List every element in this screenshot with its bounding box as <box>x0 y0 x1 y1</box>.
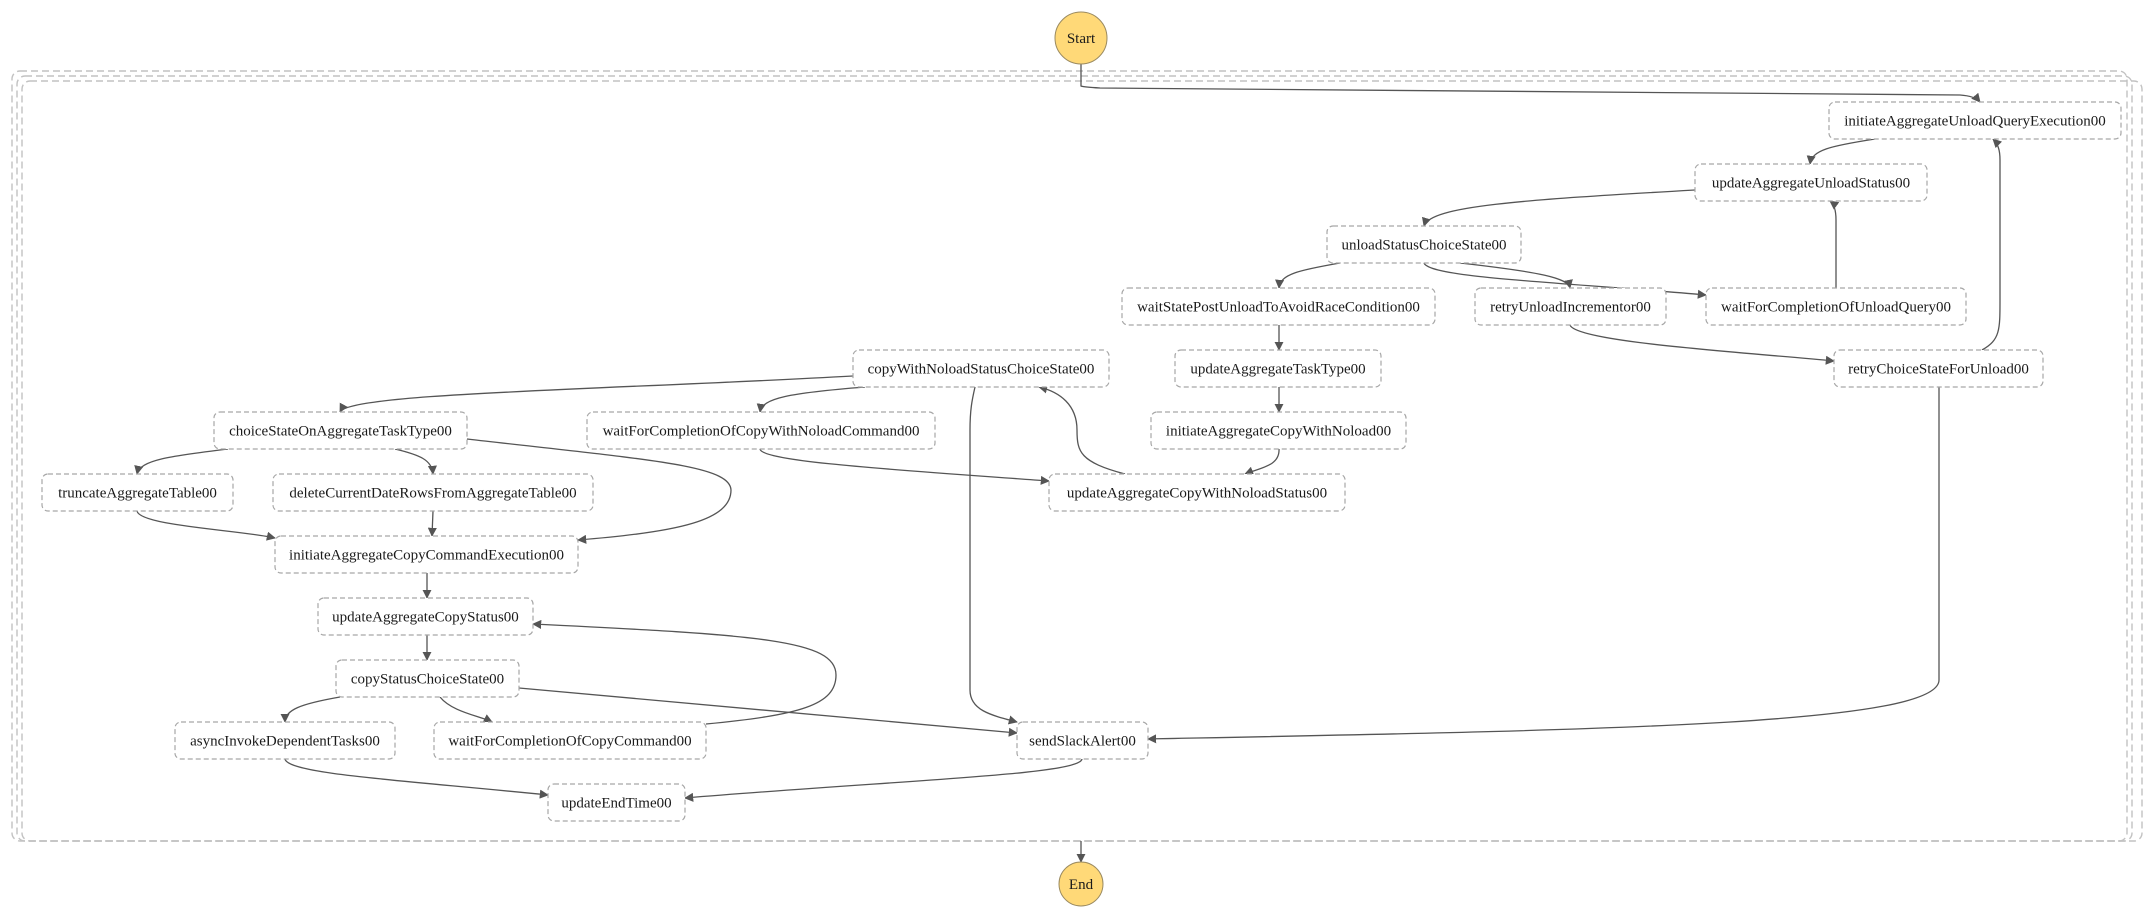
state-label: retryUnloadIncrementor00 <box>1490 300 1651 316</box>
transition-edge <box>439 696 493 723</box>
state-label: retryChoiceStateForUnload00 <box>1848 362 2029 378</box>
state-label: initiateAggregateCopyCommandExecution00 <box>289 548 564 564</box>
state-label: choiceStateOnAggregateTaskType00 <box>229 424 452 440</box>
state-node-wait-for-completion-of-copy-with-noload-command[interactable]: waitForCompletionOfCopyWithNoloadCommand… <box>586 411 936 450</box>
transition-edge <box>684 758 1083 802</box>
state-node-update-aggregate-unload-status[interactable]: updateAggregateUnloadStatus00 <box>1694 163 1928 202</box>
state-label: updateAggregateCopyWithNoloadStatus00 <box>1067 486 1327 502</box>
state-nodes: initiateAggregateUnloadQueryExecution00 u… <box>41 101 2122 822</box>
state-node-wait-state-post-unload-to-avoid-race-condition[interactable]: waitStatePostUnloadToAvoidRaceCondition0… <box>1121 287 1436 326</box>
state-label: updateAggregateUnloadStatus00 <box>1712 176 1910 192</box>
state-label: waitForCompletionOfUnloadQuery00 <box>1721 300 1951 316</box>
state-node-initiate-aggregate-copy-command-execution[interactable]: initiateAggregateCopyCommandExecution00 <box>274 535 579 574</box>
transition-edge <box>1981 138 2003 351</box>
state-node-retry-unload-incrementor[interactable]: retryUnloadIncrementor00 <box>1474 287 1667 326</box>
state-node-choice-state-on-aggregate-task-type[interactable]: choiceStateOnAggregateTaskType00 <box>213 411 468 450</box>
transition-edge <box>532 619 837 725</box>
state-node-copy-status-choice-state[interactable]: copyStatusChoiceState00 <box>335 659 520 698</box>
end-node[interactable]: End <box>1058 861 1104 907</box>
state-node-delete-current-date-rows-from-aggregate-table[interactable]: deleteCurrentDateRowsFromAggregateTable0… <box>272 473 594 512</box>
transition-edge <box>1829 200 1840 288</box>
state-node-initiate-aggregate-unload-query-execution[interactable]: initiateAggregateUnloadQueryExecution00 <box>1828 101 2122 140</box>
start-label: Start <box>1067 31 1096 47</box>
transition-edge <box>1459 262 1573 289</box>
state-node-unload-status-choice-state[interactable]: unloadStatusChoiceState00 <box>1326 225 1522 264</box>
transition-edge <box>1569 324 1835 365</box>
start-node[interactable]: Start <box>1054 11 1108 65</box>
state-label: initiateAggregateUnloadQueryExecution00 <box>1844 114 2106 130</box>
state-node-truncate-aggregate-table[interactable]: truncateAggregateTable00 <box>41 473 234 512</box>
state-label: updateAggregateCopyStatus00 <box>332 610 519 626</box>
transition-edge <box>1080 64 1981 103</box>
transition-edge <box>427 510 437 537</box>
transition-edge <box>280 696 341 723</box>
state-node-retry-choice-state-for-unload[interactable]: retryChoiceStateForUnload00 <box>1833 349 2044 388</box>
state-node-update-aggregate-copy-with-noload-status[interactable]: updateAggregateCopyWithNoloadStatus00 <box>1048 473 1346 512</box>
transition-edge <box>339 375 854 413</box>
state-label: updateEndTime00 <box>561 796 671 812</box>
transition-edge <box>756 386 866 413</box>
transition-edge <box>1275 262 1341 289</box>
state-node-update-aggregate-task-type[interactable]: updateAggregateTaskType00 <box>1174 349 1382 388</box>
state-node-async-invoke-dependent-tasks[interactable]: asyncInvokeDependentTasks00 <box>174 721 396 760</box>
state-label: truncateAggregateTable00 <box>58 486 217 502</box>
state-label: waitForCompletionOfCopyCommand00 <box>448 734 691 750</box>
state-label: waitStatePostUnloadToAvoidRaceCondition0… <box>1137 300 1420 316</box>
state-label: initiateAggregateCopyWithNoload00 <box>1166 424 1391 440</box>
state-node-wait-for-completion-of-copy-command[interactable]: waitForCompletionOfCopyCommand00 <box>433 721 707 760</box>
transition-edge <box>969 386 1018 725</box>
state-label: updateAggregateTaskType00 <box>1190 362 1365 378</box>
state-node-copy-with-noload-status-choice-state[interactable]: copyWithNoloadStatusChoiceState00 <box>852 349 1110 388</box>
state-label: waitForCompletionOfCopyWithNoloadCommand… <box>603 424 920 440</box>
state-label: unloadStatusChoiceState00 <box>1342 238 1507 254</box>
transition-edge <box>134 448 229 475</box>
transition-edge <box>1038 384 1126 475</box>
state-node-send-slack-alert[interactable]: sendSlackAlert00 <box>1016 721 1149 760</box>
state-node-update-aggregate-copy-status[interactable]: updateAggregateCopyStatus00 <box>317 597 534 636</box>
transition-edge <box>284 758 549 799</box>
state-machine-diagram: initiateAggregateUnloadQueryExecution00 u… <box>11 11 2143 907</box>
state-label: copyStatusChoiceState00 <box>351 672 504 688</box>
state-label: deleteCurrentDateRowsFromAggregateTable0… <box>289 486 576 502</box>
state-label: sendSlackAlert00 <box>1029 734 1136 750</box>
state-label: asyncInvokeDependentTasks00 <box>190 734 380 750</box>
transition-edge <box>136 510 276 541</box>
state-label: copyWithNoloadStatusChoiceState00 <box>868 362 1095 378</box>
state-node-update-end-time[interactable]: updateEndTime00 <box>547 783 686 822</box>
state-node-wait-for-completion-of-unload-query[interactable]: waitForCompletionOfUnloadQuery00 <box>1705 287 1967 326</box>
transition-edge <box>759 448 1050 485</box>
transition-edge <box>1806 138 1876 165</box>
state-node-initiate-aggregate-copy-with-noload[interactable]: initiateAggregateCopyWithNoload00 <box>1150 411 1407 450</box>
transition-edge <box>1244 448 1280 476</box>
transition-edge <box>1422 189 1696 227</box>
transition-edge <box>394 448 437 475</box>
end-label: End <box>1069 877 1094 893</box>
